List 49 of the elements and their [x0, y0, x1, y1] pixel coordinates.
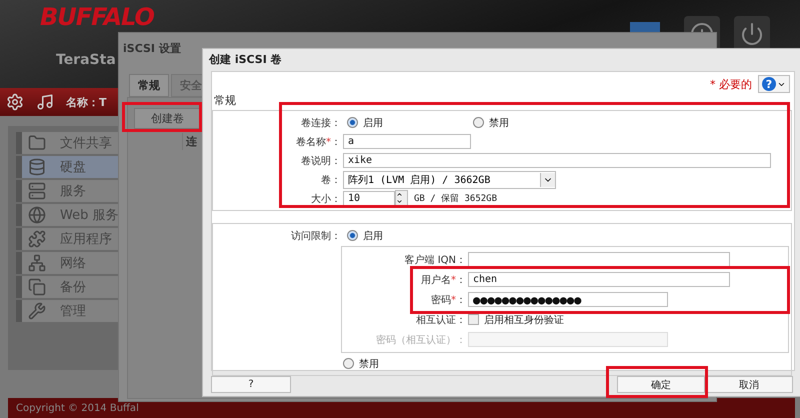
- iqn-field[interactable]: [468, 252, 730, 267]
- copyright-text: Copyright © 2014 Buffal: [16, 402, 139, 414]
- dialog-title: 创建 iSCSI 卷: [208, 52, 283, 68]
- radio-option[interactable]: 禁用: [343, 356, 379, 370]
- field-label: 客户端 IQN：: [404, 254, 467, 266]
- product-name: TeraSta: [56, 52, 117, 68]
- folder-icon: [28, 134, 46, 152]
- server-icon: [28, 182, 46, 200]
- help-button[interactable]: ?: [211, 376, 291, 393]
- description-field[interactable]: xike: [343, 153, 771, 168]
- volume-dropdown[interactable]: 阵列1 (LVM 启用) / 3662GB: [343, 170, 556, 188]
- field-label: 密码*：: [430, 294, 467, 306]
- field-label: 大小：: [310, 192, 342, 206]
- field-label: 密码（相互认证）：: [375, 334, 467, 346]
- wrench-icon: [28, 302, 46, 320]
- section-title: 常规: [214, 93, 236, 108]
- required-note: * 必要的: [710, 76, 752, 92]
- size-field[interactable]: 10: [343, 191, 395, 206]
- network-icon: [28, 254, 46, 272]
- help-button[interactable]: ?: [758, 75, 790, 93]
- window-title: iSCSI 设置: [122, 41, 182, 57]
- field-label: 访问限制：: [290, 230, 342, 242]
- size-note: GB / 保留 3652GB: [414, 192, 498, 205]
- field-label: 相互认证：: [415, 314, 467, 326]
- device-name-label: 名称：T: [66, 94, 107, 110]
- field-label: 用户名*：: [420, 274, 467, 286]
- puzzle-icon: [28, 230, 46, 248]
- field-label: 卷名称*：: [295, 136, 342, 148]
- settings-icon[interactable]: [6, 93, 24, 111]
- column-header: 连: [182, 133, 200, 150]
- radio-option[interactable]: 启用: [347, 228, 383, 242]
- cancel-button[interactable]: 取消: [705, 376, 793, 393]
- brand-logo: BUFFALO: [40, 4, 154, 30]
- ok-button[interactable]: 确定: [617, 376, 705, 393]
- username-field[interactable]: chen: [468, 272, 730, 287]
- radio-option[interactable]: 启用: [347, 116, 383, 130]
- field-label: 卷说明：: [300, 154, 342, 168]
- globe-icon: [28, 206, 46, 224]
- create-volume-button[interactable]: 创建卷: [134, 108, 201, 129]
- mutual-auth-checkbox[interactable]: 启用相互身份验证: [468, 312, 564, 326]
- music-note-icon[interactable]: [36, 93, 54, 111]
- radio-option[interactable]: 禁用: [473, 116, 509, 130]
- cylinder-icon: [28, 158, 46, 176]
- field-label: 卷连接：: [300, 116, 342, 130]
- tab[interactable]: 常规: [129, 74, 169, 97]
- field-label: 卷：: [320, 174, 342, 186]
- name-field[interactable]: a: [343, 134, 471, 149]
- password-field[interactable]: ●●●●●●●●●●●●●●●: [468, 292, 668, 307]
- copy-icon: [28, 278, 46, 296]
